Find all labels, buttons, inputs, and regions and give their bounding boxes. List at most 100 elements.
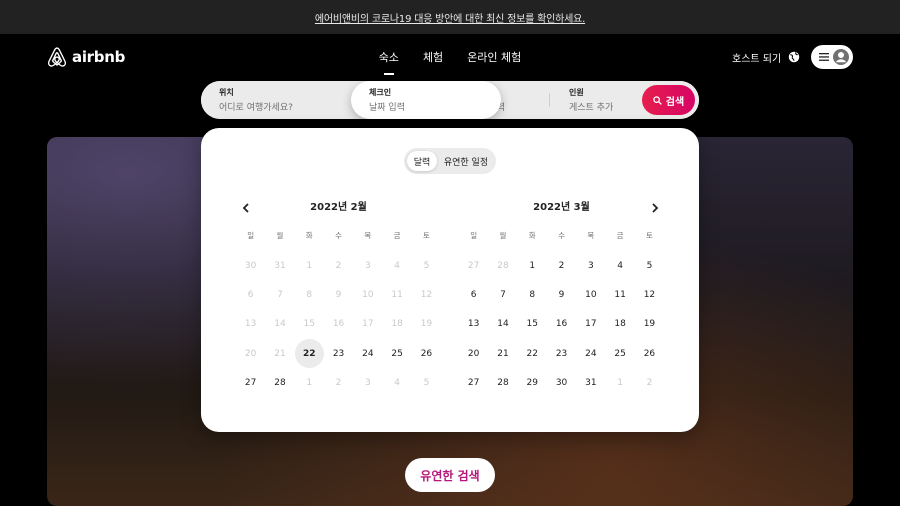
month-february: 2022년 2월 일월화수목금토 30 31 1 2 3 4 5 6 7 8 9 10 11 12 13 14… [236,198,441,397]
calendar-day: 16 [332,319,345,330]
location-placeholder: 어디로 여행가세요? [219,103,293,113]
toggle-calendar[interactable]: 달력 [407,151,437,171]
weekday-label: 월 [276,231,284,240]
calendar-day: 5 [423,377,430,388]
calendar-day: 3 [364,260,371,271]
calendar-day[interactable]: 28 [265,368,294,397]
calendar-day[interactable]: 31 [576,368,605,397]
calendar-day[interactable]: 2 [547,251,576,280]
search-button[interactable]: 검색 [642,85,695,115]
calendar-day: 30 [244,260,257,271]
calendar-day[interactable]: 22 [518,339,547,368]
calendar-day: 27 [467,260,480,271]
calendar-day[interactable]: 26 [635,339,664,368]
calendar-day: 1 [306,377,313,388]
flexible-search-button[interactable]: 유연한 검색 [405,458,495,492]
calendar-day[interactable]: 7 [488,280,517,309]
calendar-day[interactable]: 17 [576,310,605,339]
weekday-label: 금 [616,231,624,240]
calendar-day[interactable]: 5 [635,251,664,280]
calendar-day[interactable]: 27 [459,368,488,397]
calendar-day[interactable]: 9 [547,280,576,309]
calendar-day[interactable]: 1 [518,251,547,280]
weekday-label: 토 [645,231,653,240]
header: airbnb 숙소 체험 온라인 체험 호스트 되기 [0,34,900,80]
calendar-day[interactable]: 28 [488,368,517,397]
calendar-day[interactable]: 27 [236,368,265,397]
calendar-day[interactable]: 19 [635,310,664,339]
calendar-day: 13 [244,319,257,330]
calendar-day[interactable]: 25 [382,339,411,368]
calendar-day: 31 [274,260,286,271]
calendar-day[interactable]: 23 [324,339,353,368]
calendar-day[interactable]: 11 [605,280,634,309]
calendar-day[interactable]: 23 [547,339,576,368]
weekday-label: 목 [587,231,595,240]
calendar-day: 6 [247,289,254,300]
calendar-day[interactable]: 25 [605,339,634,368]
tab-stays[interactable]: 숙소 [377,45,401,69]
calendar-day: 10 [362,289,374,300]
calendar-day[interactable]: 20 [459,339,488,368]
weekday-header: 일월화수목금토 [459,228,664,244]
calendar-day: 7 [277,289,283,300]
calendar-day[interactable]: 15 [518,310,547,339]
guests-label: 인원 [569,88,584,97]
covid-notice-link[interactable]: 에어비앤비의 코로나19 대응 방안에 대한 최신 정보를 확인하세요. [0,0,900,34]
toggle-flexible[interactable]: 유연한 일정 [441,151,491,171]
search-divider [549,93,550,107]
calendar-day[interactable]: 16 [547,310,576,339]
calendar-day: 4 [394,377,400,388]
calendar-day: 18 [391,319,403,330]
calendar-day[interactable]: 21 [488,339,517,368]
calendar-day-today[interactable]: 22 [294,338,324,369]
globe-icon[interactable] [788,51,800,63]
calendar-day: 3 [364,377,371,388]
calendar-day: 20 [244,348,257,359]
guests-field[interactable]: 인원 게스트 추가 [551,81,651,119]
calendar-day[interactable]: 6 [459,280,488,309]
date-picker-panel: 달력 유연한 일정 2022년 2월 일월화수목금토 30 31 1 2 3 4 5 6 7 8 9… [201,128,699,432]
calendar-day[interactable]: 30 [547,368,576,397]
weekday-label: 금 [393,231,401,240]
calendar-day[interactable]: 26 [412,339,441,368]
calendar-day: 2 [646,377,653,388]
search-icon [653,95,662,105]
weekday-label: 일 [247,231,255,240]
weekday-label: 화 [305,231,313,240]
calendar-day: 12 [420,289,433,300]
menu-icon [819,53,829,61]
weekday-label: 목 [364,231,372,240]
calendar-day: 11 [391,289,403,300]
calendar-day[interactable]: 10 [576,280,605,309]
day-grid: 30 31 1 2 3 4 5 6 7 8 9 10 11 12 13 14 15 16 17 18 19 20 21 22 2… [236,251,441,397]
calendar-day[interactable]: 4 [605,251,634,280]
tab-online-experiences[interactable]: 온라인 체험 [465,45,523,69]
calendar-day[interactable]: 29 [518,368,547,397]
calendar-day: 8 [306,289,313,300]
airbnb-logo[interactable]: airbnb [46,46,125,68]
search-bar: 위치 어디로 여행가세요? 체크아웃 날짜 입력 인원 게스트 추가 체크인 날… [201,81,699,119]
checkin-field[interactable]: 체크인 날짜 입력 [351,81,501,119]
logo-text: airbnb [72,48,126,66]
checkin-placeholder: 날짜 입력 [369,103,405,113]
calendar-day[interactable]: 3 [576,251,605,280]
calendar-day: 19 [420,319,433,330]
calendar-day[interactable]: 24 [353,339,382,368]
calendar-day[interactable]: 12 [635,280,664,309]
calendar-day[interactable]: 14 [488,310,517,339]
calendar-day[interactable]: 24 [576,339,605,368]
calendar-day[interactable]: 13 [459,310,488,339]
calendar-day[interactable]: 18 [605,310,634,339]
calendar-day: 4 [394,260,400,271]
profile-menu-button[interactable] [811,45,853,69]
weekday-label: 월 [499,231,507,240]
become-host-link[interactable]: 호스트 되기 [732,50,781,65]
weekday-header: 일월화수목금토 [236,228,441,244]
weekday-label: 화 [528,231,536,240]
calendar-day[interactable]: 8 [518,280,547,309]
calendar-day: 1 [306,260,313,271]
location-field[interactable]: 위치 어디로 여행가세요? [201,81,351,119]
tab-experiences[interactable]: 체험 [421,45,445,69]
calendar-day: 2 [335,377,342,388]
